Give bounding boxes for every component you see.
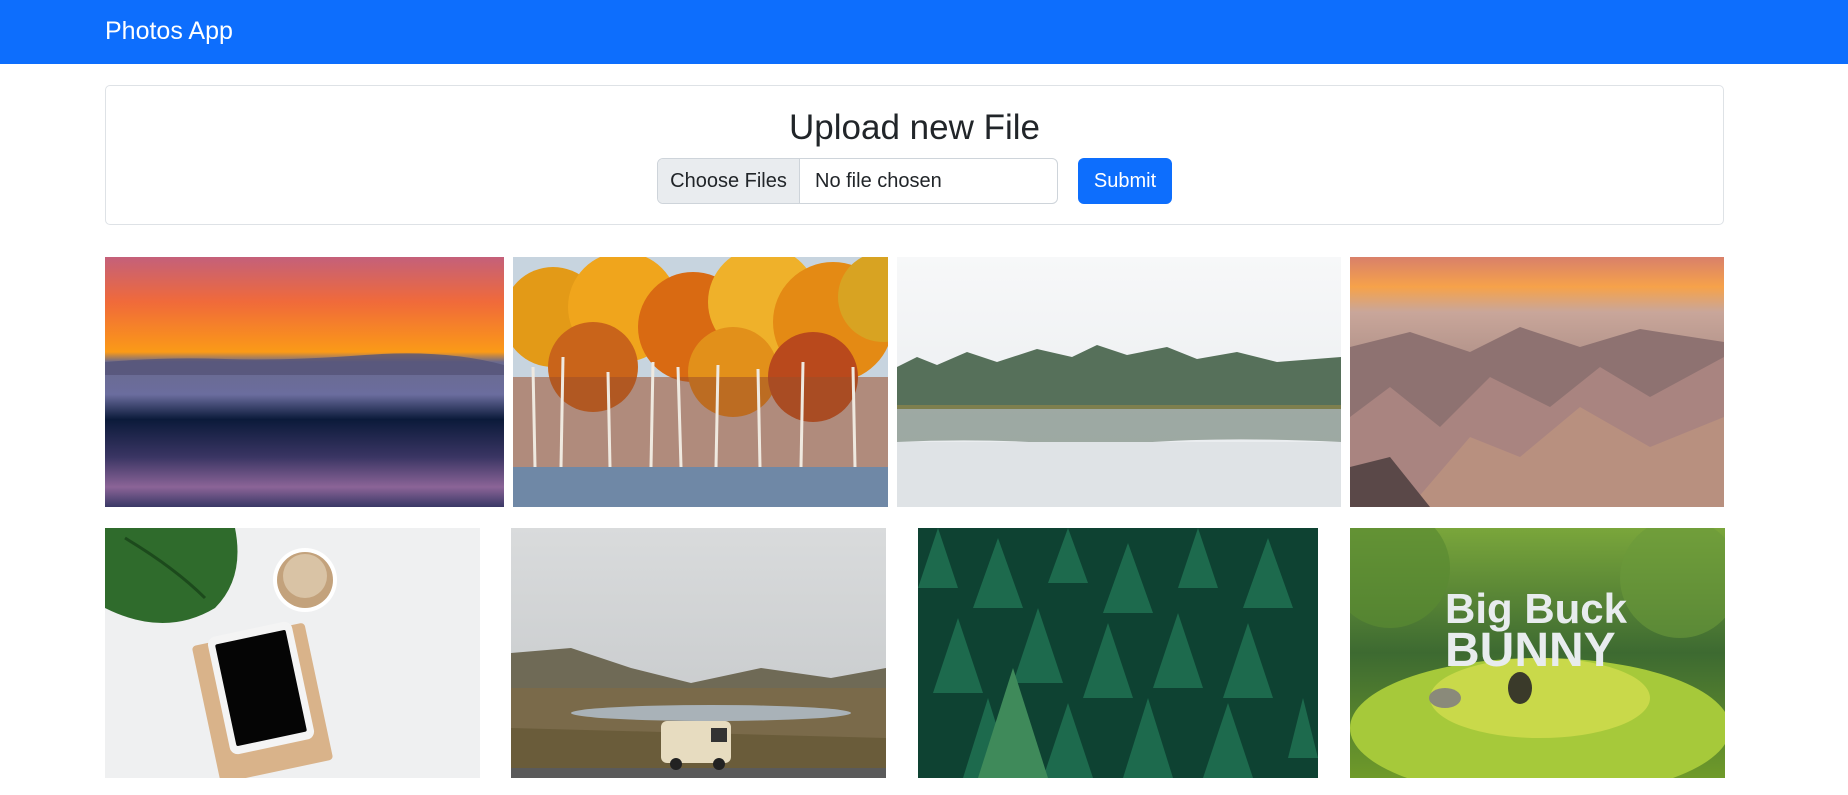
tablet-coffee-desk-photo[interactable] <box>105 528 480 778</box>
choose-files-button[interactable]: Choose Files <box>658 159 800 203</box>
navbar-brand[interactable]: Photos App <box>105 15 233 47</box>
submit-button[interactable]: Submit <box>1078 158 1172 204</box>
pine-forest-photo[interactable] <box>918 528 1318 778</box>
upload-title: Upload new File <box>789 108 1040 147</box>
file-input[interactable]: Choose Files No file chosen <box>657 158 1058 204</box>
camper-van-landscape-photo[interactable] <box>511 528 886 778</box>
navbar: Photos App <box>0 0 1848 64</box>
sunset-sea-photo[interactable] <box>105 257 504 507</box>
big-buck-bunny-thumbnail[interactable]: Big Buck BUNNY <box>1350 528 1725 778</box>
autumn-forest-photo[interactable] <box>513 257 888 507</box>
badlands-canyon-photo[interactable] <box>1350 257 1724 507</box>
misty-lake-photo[interactable] <box>897 257 1341 507</box>
bunny-title-line2: BUNNY <box>1445 624 1616 677</box>
file-status-text: No file chosen <box>815 169 942 192</box>
upload-card: Upload new File Choose Files No file cho… <box>105 85 1724 225</box>
